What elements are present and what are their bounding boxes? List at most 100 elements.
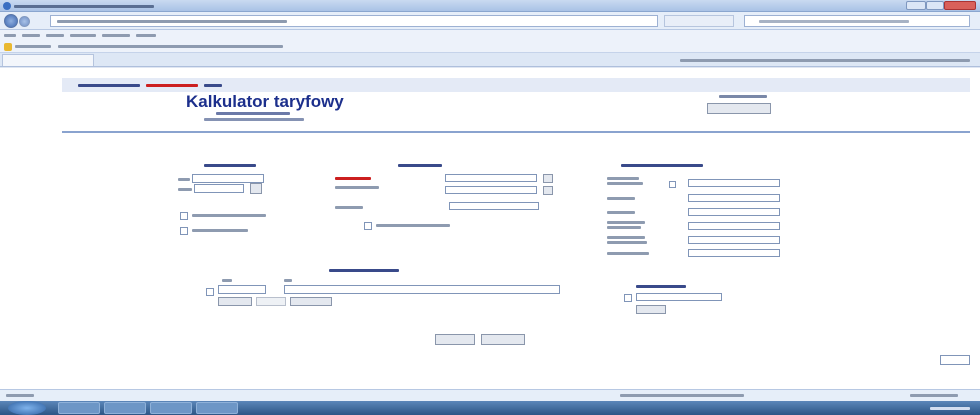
jednostka-aktualizuj-button[interactable] — [290, 297, 332, 306]
jednostka-select[interactable] — [284, 285, 560, 294]
ilosc-input-2[interactable] — [688, 236, 780, 244]
label-masa — [335, 206, 363, 209]
wartosc-celna-input[interactable] — [688, 179, 780, 187]
taskbar-item-3[interactable] — [150, 402, 192, 414]
page-version — [204, 118, 304, 121]
header-divider — [62, 131, 970, 133]
label-ilosc-col — [222, 279, 232, 282]
masa-input[interactable] — [449, 202, 539, 210]
data-input[interactable] — [194, 184, 244, 193]
section-dane-zgloszenia — [204, 164, 256, 167]
label-kraj — [335, 186, 379, 189]
checkbox-kod[interactable] — [624, 294, 632, 302]
label-ilosc-1 — [607, 221, 645, 224]
start-button[interactable] — [8, 401, 46, 415]
checkbox-zaswiadczenie[interactable] — [180, 212, 188, 220]
maximize-button[interactable] — [926, 1, 944, 10]
taskbar-item-2[interactable] — [104, 402, 146, 414]
label-wartosc-celna — [607, 177, 639, 180]
taskbar-item-1[interactable] — [58, 402, 100, 414]
refresh-icon[interactable] — [664, 15, 734, 27]
label-data — [178, 188, 192, 191]
label-typ — [178, 178, 190, 181]
favorites-link[interactable] — [58, 45, 283, 48]
label-wspolczynnik — [607, 182, 643, 185]
section-kody — [636, 285, 686, 288]
ilosc-input-1[interactable] — [688, 222, 780, 230]
kod-dodatkowy-input[interactable] — [636, 293, 722, 301]
kraj-lookup[interactable] — [543, 186, 553, 195]
fob-input[interactable] — [688, 194, 780, 202]
section-jednostki — [329, 269, 399, 272]
steps-label — [78, 84, 140, 87]
checkbox-wartosc[interactable] — [669, 181, 676, 188]
oblicz-button[interactable] — [435, 334, 475, 345]
menu-item-plik[interactable] — [4, 34, 16, 37]
corner-input[interactable] — [940, 355, 970, 365]
cla-input[interactable] — [688, 249, 780, 257]
refresh-date-button[interactable] — [707, 103, 771, 114]
search-input[interactable] — [744, 15, 970, 27]
jednostka-ilosc-input[interactable] — [218, 285, 266, 294]
wyczysc-button[interactable] — [481, 334, 525, 345]
jednostka-dodaj-button[interactable] — [218, 297, 252, 306]
label-ilosc-1b — [607, 226, 641, 229]
kraj-input[interactable] — [445, 186, 537, 194]
menu-bar — [0, 30, 980, 40]
security-zone — [620, 394, 744, 397]
calendar-button[interactable] — [250, 183, 262, 194]
menu-item-edycja[interactable] — [22, 34, 40, 37]
label-ilosc-2 — [607, 236, 645, 239]
kod-towaru-lookup[interactable] — [543, 174, 553, 183]
steps-end — [204, 84, 222, 87]
ie-app-icon — [3, 2, 11, 10]
star-icon[interactable] — [4, 43, 12, 51]
window-title — [14, 5, 154, 8]
jednostka-usun-button[interactable] — [256, 297, 286, 306]
favorites-bar — [0, 40, 980, 53]
label-cif — [607, 211, 635, 214]
page-title: Kalkulator taryfowy — [186, 92, 344, 111]
tab-kalkulator[interactable] — [2, 54, 94, 66]
label-ilosc-2b — [607, 241, 647, 244]
forward-icon[interactable] — [19, 16, 30, 27]
label-procedura — [192, 229, 248, 232]
taskbar — [0, 401, 980, 415]
status-bar — [0, 389, 980, 401]
steps-banner — [62, 78, 970, 92]
hour-info — [719, 95, 767, 98]
label-uproszczony — [376, 224, 450, 227]
checkbox-uproszczony[interactable] — [364, 222, 372, 230]
close-button[interactable] — [944, 1, 976, 10]
menu-item-pomoc[interactable] — [136, 34, 156, 37]
menu-item-narzedzia[interactable] — [102, 34, 130, 37]
steps-highlight — [146, 84, 198, 87]
address-input[interactable] — [50, 15, 658, 27]
taskbar-item-4[interactable] — [196, 402, 238, 414]
taskbar-clock — [930, 407, 970, 410]
back-icon[interactable] — [4, 14, 18, 28]
section-elementy — [621, 164, 703, 167]
kod-towaru-input[interactable] — [445, 174, 537, 182]
label-fob — [607, 197, 635, 200]
minimize-button[interactable] — [906, 1, 926, 10]
checkbox-procedura[interactable] — [180, 227, 188, 235]
checkbox-jednostka[interactable] — [206, 288, 214, 296]
menu-item-ulubione[interactable] — [70, 34, 96, 37]
status-text — [6, 394, 34, 397]
section-dane-pozycji — [398, 164, 442, 167]
tab-bar — [0, 53, 980, 67]
window-titlebar — [0, 0, 980, 12]
typ-select[interactable] — [192, 174, 264, 183]
label-jm-col — [284, 279, 292, 282]
zoom-level[interactable] — [910, 394, 958, 397]
page-subtitle — [216, 112, 290, 115]
cif-input[interactable] — [688, 208, 780, 216]
kod-dodaj-button[interactable] — [636, 305, 666, 314]
favorites-label[interactable] — [15, 45, 51, 48]
label-zaswiadczenie — [192, 214, 266, 217]
menu-item-widok[interactable] — [46, 34, 64, 37]
label-cla — [607, 252, 649, 255]
label-kod-towaru — [335, 177, 371, 180]
command-bar[interactable] — [680, 59, 970, 62]
